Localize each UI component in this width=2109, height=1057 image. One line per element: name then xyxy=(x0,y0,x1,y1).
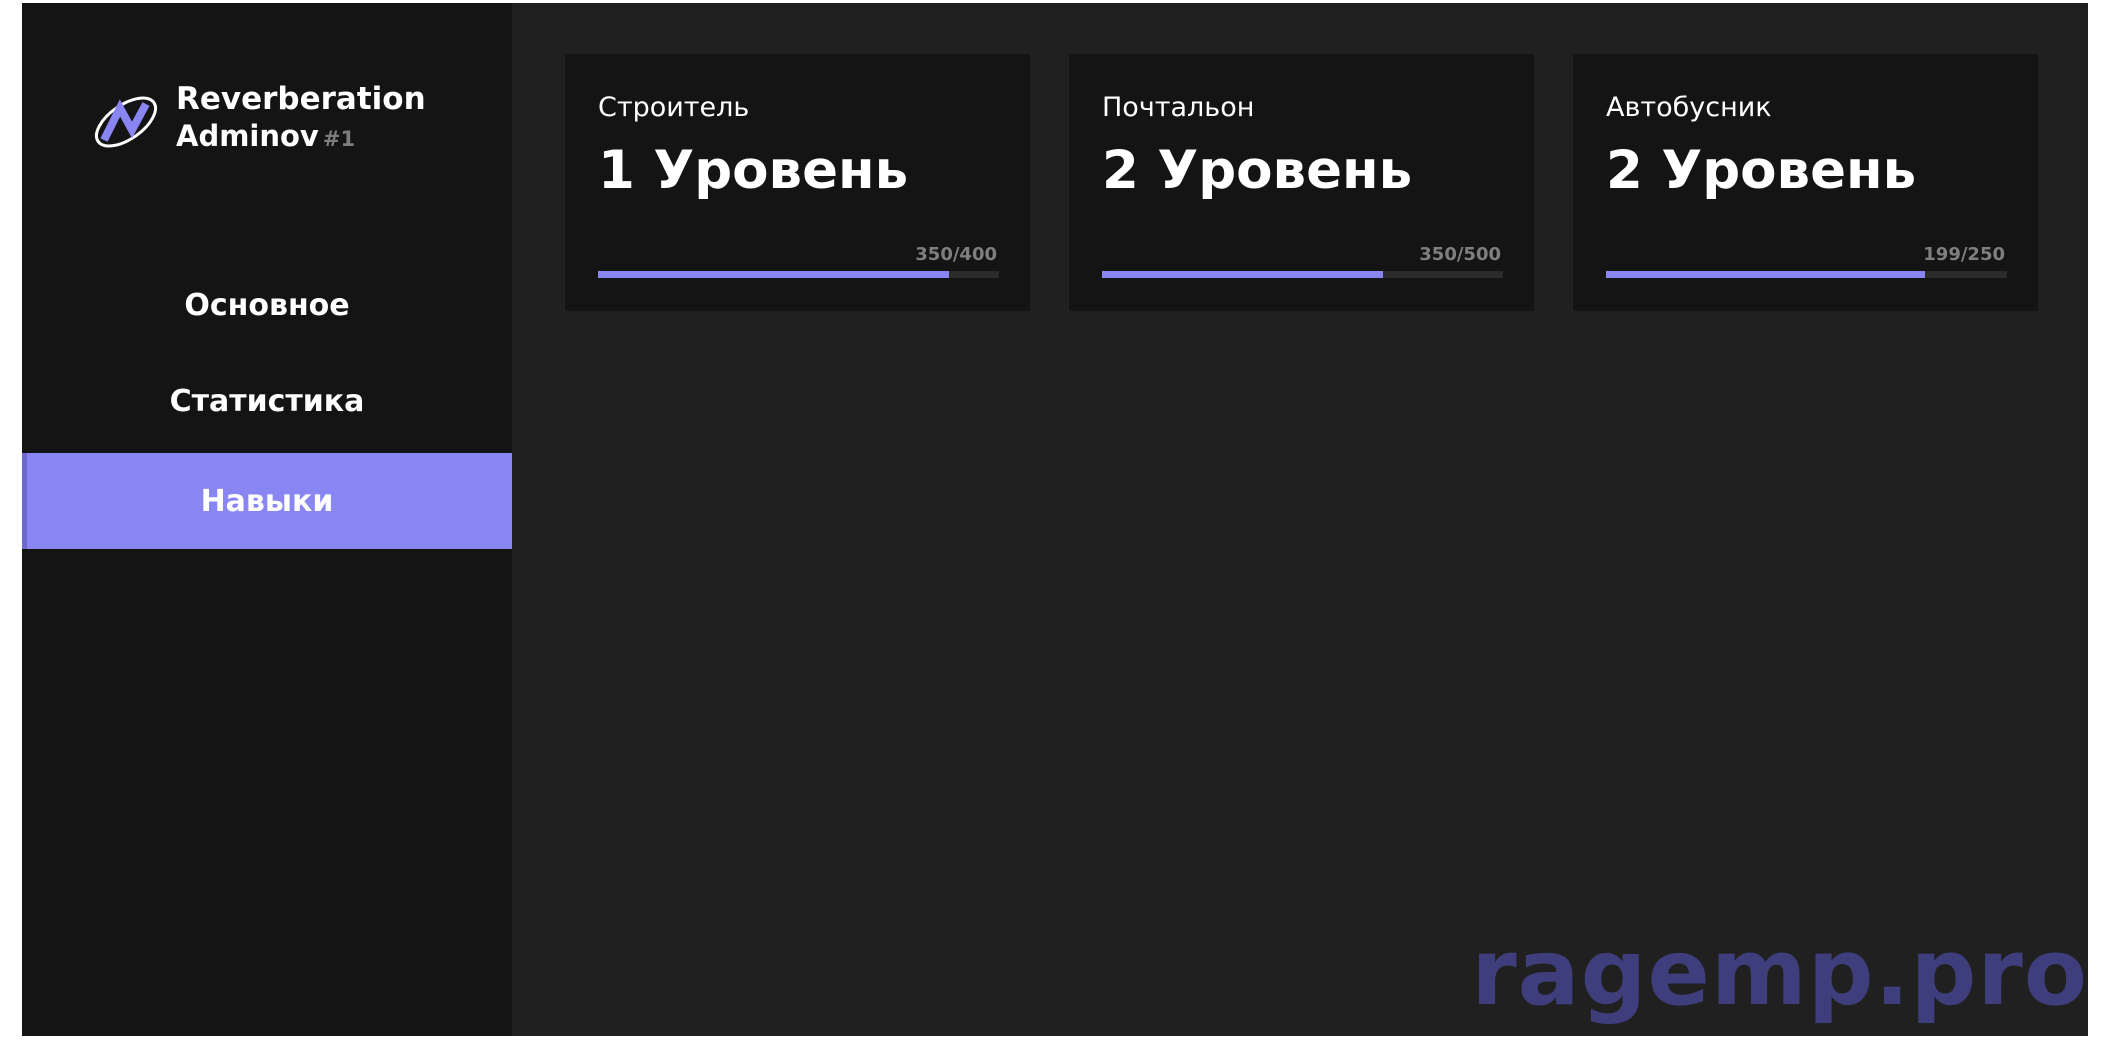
user-id: #1 xyxy=(322,127,356,151)
logo-icon xyxy=(94,96,158,148)
nav-item-statistics[interactable]: Статистика xyxy=(22,353,512,449)
skill-progress-bar xyxy=(598,271,999,278)
skill-level: 2 Уровень xyxy=(1102,140,1413,201)
nav-item-main[interactable]: Основное xyxy=(22,257,512,353)
skill-title: Автобусник xyxy=(1606,92,1772,123)
nav-item-label: Навыки xyxy=(200,483,334,519)
brand-name: Reverberation xyxy=(176,81,426,117)
skill-card: Строитель 1 Уровень 350/400 xyxy=(565,54,1030,311)
skill-progress-text: 350/400 xyxy=(915,244,997,265)
skill-card: Автобусник 2 Уровень 199/250 xyxy=(1573,54,2038,311)
user-row: Adminov #1 xyxy=(176,118,426,157)
skill-progress-bar xyxy=(1102,271,1503,278)
skill-title: Почтальон xyxy=(1102,92,1255,123)
app-window: Reverberation Adminov #1 Основное Статист… xyxy=(22,3,2088,1036)
nav-item-label: Статистика xyxy=(169,383,365,419)
skill-progress-text: 350/500 xyxy=(1419,244,1501,265)
skill-title: Строитель xyxy=(598,92,750,123)
nav-item-skills[interactable]: Навыки xyxy=(22,453,512,549)
skill-card: Почтальон 2 Уровень 350/500 xyxy=(1069,54,1534,311)
watermark: ragemp.pro xyxy=(1471,919,2088,1026)
brand-text: Reverberation Adminov #1 xyxy=(176,80,426,157)
skill-level: 2 Уровень xyxy=(1606,140,1917,201)
nav-item-label: Основное xyxy=(184,287,350,323)
skill-progress-fill xyxy=(1606,271,1926,278)
sidebar: Reverberation Adminov #1 Основное Статист… xyxy=(22,3,512,1036)
skill-progress-fill xyxy=(598,271,949,278)
skill-progress-text: 199/250 xyxy=(1923,244,2005,265)
skill-level: 1 Уровень xyxy=(598,140,909,201)
brand-header: Reverberation Adminov #1 xyxy=(90,80,426,158)
skill-progress-fill xyxy=(1102,271,1383,278)
user-name: Adminov xyxy=(176,119,319,153)
skill-progress-bar xyxy=(1606,271,2007,278)
